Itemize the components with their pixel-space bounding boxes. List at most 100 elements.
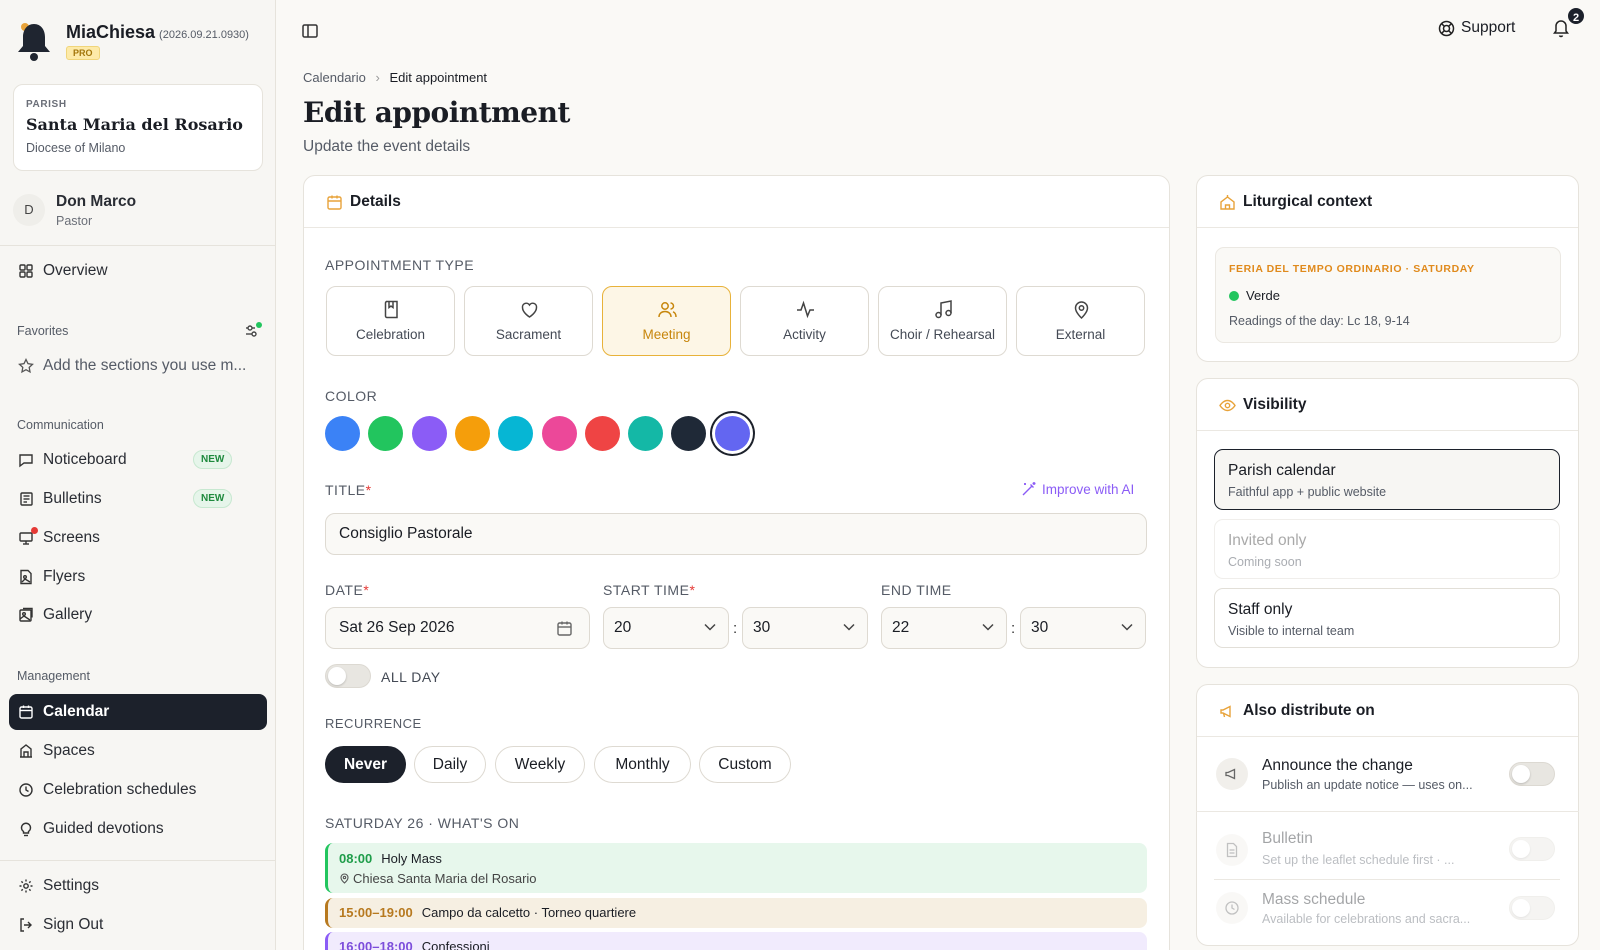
end-hour-select[interactable]: 22 bbox=[881, 607, 1007, 649]
event-item[interactable]: 15:00–19:00 Campo da calcetto · Torneo qu… bbox=[325, 898, 1147, 928]
distribute-icon bbox=[1216, 892, 1248, 924]
color-swatch[interactable] bbox=[584, 416, 620, 451]
nav-label: Spaces bbox=[43, 742, 95, 759]
alert-dot bbox=[31, 527, 38, 534]
file-text-icon bbox=[1226, 842, 1238, 858]
newspaper-icon bbox=[20, 492, 33, 506]
type-sacrament[interactable]: Sacrament bbox=[464, 286, 593, 356]
color-swatch[interactable] bbox=[628, 416, 664, 451]
color-swatch[interactable] bbox=[498, 416, 534, 451]
end-minute-select[interactable]: 30 bbox=[1020, 607, 1146, 649]
type-meeting[interactable]: Meeting bbox=[602, 286, 731, 356]
nav-label: Noticeboard bbox=[43, 451, 127, 468]
nav-label: Guided devotions bbox=[43, 820, 164, 837]
gear-icon bbox=[19, 879, 33, 893]
all-day-toggle[interactable] bbox=[325, 664, 371, 688]
type-celebration[interactable]: Celebration bbox=[326, 286, 455, 356]
communication-title: Communication bbox=[17, 418, 104, 432]
recurrence-weekly[interactable]: Weekly bbox=[495, 746, 585, 783]
color-swatch[interactable] bbox=[411, 416, 447, 451]
nav-settings[interactable]: Settings bbox=[9, 868, 267, 904]
recurrence-custom[interactable]: Custom bbox=[699, 746, 791, 783]
app-version: (2026.09.21.0930) bbox=[159, 29, 249, 41]
distribute-title: Also distribute on bbox=[1243, 701, 1375, 719]
favorites-hint-label: Add the sections you use m... bbox=[43, 357, 247, 374]
parish-card[interactable]: PARISH Santa Maria del Rosario Diocese o… bbox=[13, 84, 263, 171]
calendar-icon bbox=[19, 705, 33, 719]
church-bell-logo-icon bbox=[18, 23, 50, 61]
nav-noticeboard[interactable]: Noticeboard NEW bbox=[9, 442, 267, 478]
favorites-title: Favorites bbox=[17, 324, 69, 338]
distribute-header: Also distribute on bbox=[1197, 685, 1578, 737]
favorites-hint[interactable]: Add the sections you use m... bbox=[9, 348, 267, 384]
chevron-down-icon bbox=[1121, 623, 1133, 631]
visibility-option-parish-calendar[interactable]: Parish calendar Faithful app + public we… bbox=[1214, 449, 1560, 510]
heart-icon bbox=[521, 302, 538, 318]
recurrence-monthly[interactable]: Monthly bbox=[594, 746, 691, 783]
music-icon bbox=[935, 300, 952, 319]
nav-overview[interactable]: Overview bbox=[9, 253, 267, 289]
distribute-item-desc: Available for celebrations and sacra... bbox=[1262, 912, 1471, 926]
title-input[interactable]: Consiglio Pastorale bbox=[325, 513, 1147, 555]
event-item[interactable]: 16:00–18:00 Confessioni bbox=[325, 932, 1147, 950]
announce-toggle[interactable] bbox=[1509, 762, 1555, 786]
breadcrumb-separator: › bbox=[375, 70, 380, 85]
improve-with-ai-button[interactable]: Improve with AI bbox=[1021, 481, 1134, 497]
color-swatch[interactable] bbox=[454, 416, 490, 451]
page-title: Edit appointment bbox=[303, 96, 570, 129]
visibility-option-desc: Faithful app + public website bbox=[1228, 485, 1387, 499]
nav-calendar[interactable]: Calendar bbox=[9, 694, 267, 730]
nav-guided-devotions[interactable]: Guided devotions bbox=[9, 811, 267, 847]
color-swatch[interactable] bbox=[714, 416, 750, 451]
support-label: Support bbox=[1461, 19, 1516, 36]
breadcrumb-current: Edit appointment bbox=[389, 70, 488, 85]
event-item[interactable]: 08:00 Holy Mass Chiesa Santa Maria del Ro… bbox=[325, 843, 1147, 893]
megaphone-icon bbox=[1220, 705, 1231, 718]
event-time: 15:00–19:00 bbox=[339, 905, 413, 920]
divider bbox=[0, 860, 275, 861]
type-activity[interactable]: Activity bbox=[740, 286, 869, 356]
brand[interactable]: MiaChiesa (2026.09.21.0930) PRO bbox=[16, 18, 266, 66]
distribute-item-title: Announce the change bbox=[1262, 757, 1413, 774]
breadcrumb-parent[interactable]: Calendario bbox=[303, 70, 366, 85]
color-swatch[interactable] bbox=[541, 416, 577, 451]
sidebar-toggle-icon[interactable] bbox=[301, 22, 319, 40]
nav-celebration-schedules[interactable]: Celebration schedules bbox=[9, 772, 267, 808]
event-time: 16:00–18:00 bbox=[339, 939, 413, 950]
user-role: Pastor bbox=[56, 214, 93, 228]
divider bbox=[1214, 879, 1560, 880]
visibility-option-title: Staff only bbox=[1228, 601, 1293, 618]
recurrence-daily[interactable]: Daily bbox=[414, 746, 486, 783]
nav-label: Bulletins bbox=[43, 490, 102, 507]
calendar-picker-icon[interactable] bbox=[556, 620, 573, 637]
liturgical-title: Liturgical context bbox=[1243, 192, 1373, 210]
nav-gallery[interactable]: Gallery bbox=[9, 597, 267, 633]
recurrence-never[interactable]: Never bbox=[325, 746, 406, 783]
start-hour-select[interactable]: 20 bbox=[603, 607, 729, 649]
app-name: MiaChiesa (2026.09.21.0930) bbox=[66, 22, 249, 42]
nav-screens[interactable]: Screens bbox=[9, 520, 267, 556]
user-profile[interactable]: D Don Marco Pastor bbox=[13, 190, 263, 234]
type-choir-rehearsal[interactable]: Choir / Rehearsal bbox=[878, 286, 1007, 356]
color-label: COLOR bbox=[325, 388, 378, 404]
clock-icon bbox=[19, 783, 33, 797]
map-pin-icon bbox=[340, 873, 349, 884]
date-input[interactable]: Sat 26 Sep 2026 bbox=[325, 607, 590, 649]
chevron-down-icon bbox=[843, 623, 855, 631]
activity-icon bbox=[797, 300, 814, 319]
bulletin-toggle bbox=[1509, 837, 1555, 861]
nav-label: Screens bbox=[43, 529, 100, 546]
type-external[interactable]: External bbox=[1016, 286, 1145, 356]
plan-badge: PRO bbox=[66, 46, 100, 60]
favorites-settings-icon[interactable] bbox=[244, 322, 262, 340]
nav-bulletins[interactable]: Bulletins NEW bbox=[9, 481, 267, 517]
event-title: Holy Mass bbox=[381, 851, 442, 866]
log-out-icon bbox=[20, 918, 32, 932]
nav-flyers[interactable]: Flyers bbox=[9, 559, 267, 595]
start-minute-select[interactable]: 30 bbox=[742, 607, 868, 649]
visibility-option-staff-only[interactable]: Staff only Visible to internal team bbox=[1214, 588, 1560, 648]
color-swatch[interactable] bbox=[325, 416, 360, 451]
nav-spaces[interactable]: Spaces bbox=[9, 733, 267, 769]
nav-sign-out[interactable]: Sign Out bbox=[9, 907, 267, 943]
support-button[interactable]: Support bbox=[1438, 19, 1515, 37]
